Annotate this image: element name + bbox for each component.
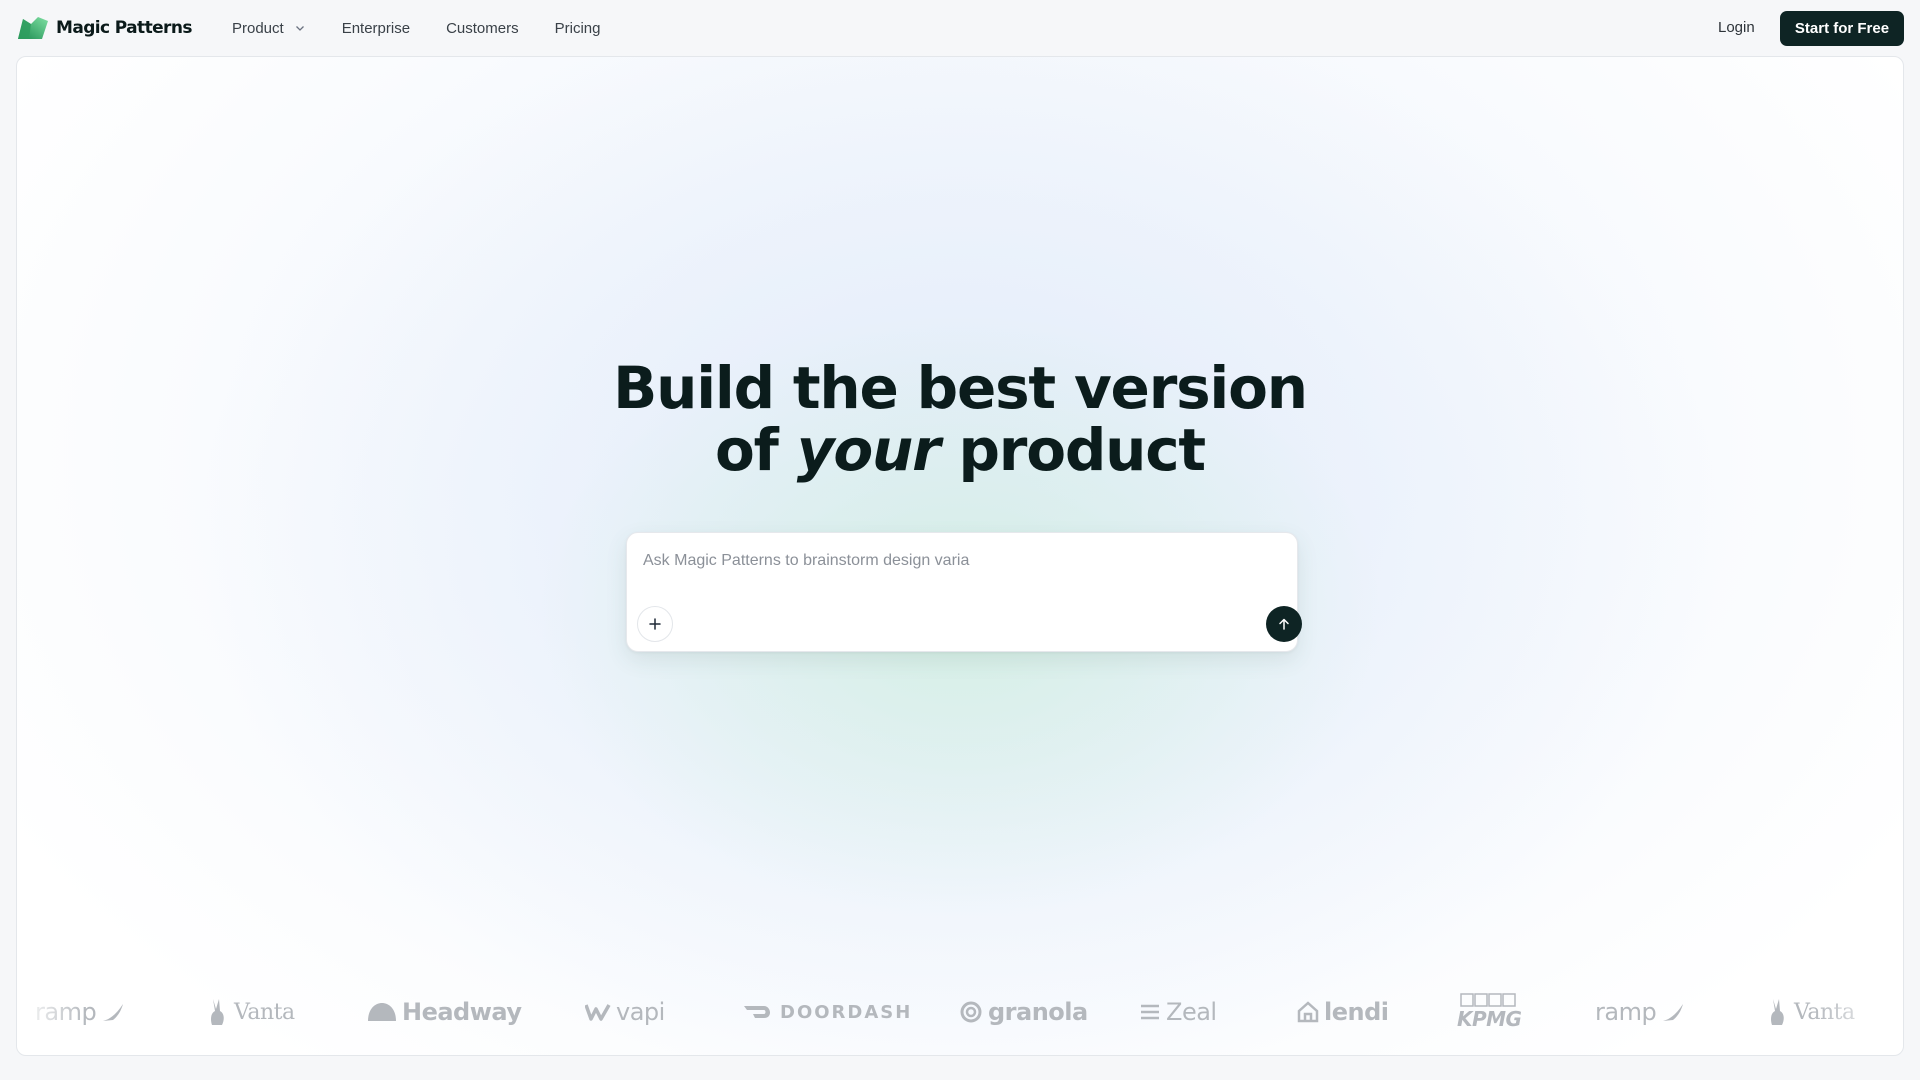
logo-ramp-repeat: ramp bbox=[1595, 987, 1687, 1037]
logo-zeal-text: Zeal bbox=[1166, 998, 1217, 1026]
nav-customers[interactable]: Customers bbox=[428, 14, 537, 43]
top-nav: Magic Patterns Product Enterprise Custom… bbox=[0, 0, 1920, 56]
nav-enterprise[interactable]: Enterprise bbox=[324, 14, 428, 43]
logo-lendi: lendi bbox=[1297, 987, 1389, 1037]
hero-line-2: of your product bbox=[17, 419, 1903, 481]
logo-vanta: Vanta bbox=[207, 987, 295, 1037]
ramp-wing-icon bbox=[103, 1004, 124, 1021]
hero-line-1: Build the best version bbox=[613, 354, 1308, 422]
prompt-input[interactable] bbox=[643, 547, 1263, 575]
magic-patterns-logo-icon bbox=[18, 17, 48, 39]
vanta-rabbit-icon bbox=[1771, 999, 1784, 1025]
lendi-house-icon bbox=[1297, 1001, 1319, 1023]
logo-granola-text: granola bbox=[988, 998, 1088, 1026]
hero-headline: Build the best version of your product bbox=[17, 357, 1903, 481]
plus-icon bbox=[649, 618, 661, 630]
brand-name: Magic Patterns bbox=[56, 18, 192, 38]
logo-kpmg: KPMG bbox=[1457, 987, 1522, 1037]
add-attachment-button[interactable] bbox=[637, 606, 673, 642]
chevron-down-icon bbox=[295, 26, 304, 31]
vanta-rabbit-icon bbox=[211, 999, 224, 1025]
logo-strip-fade-right bbox=[1813, 977, 1903, 1047]
doordash-dash-icon bbox=[744, 1006, 771, 1018]
headway-dome-icon bbox=[368, 1003, 396, 1021]
logo-vanta-text: Vanta bbox=[234, 999, 295, 1025]
logo-lendi-text: lendi bbox=[1324, 998, 1389, 1026]
logo-headway-text: Headway bbox=[402, 998, 522, 1026]
logo-zeal: Zeal bbox=[1139, 987, 1217, 1037]
logo-granola: granola bbox=[959, 987, 1088, 1037]
logo-kpmg-text: KPMG bbox=[1457, 1007, 1522, 1031]
main-nav: Product Enterprise Customers Pricing bbox=[214, 0, 618, 56]
granola-swirl-icon bbox=[960, 1001, 982, 1023]
nav-pricing-label: Pricing bbox=[554, 19, 601, 37]
vapi-wave-icon bbox=[585, 1004, 611, 1021]
hero-panel: Build the best version of your product r… bbox=[16, 56, 1904, 1056]
send-button[interactable] bbox=[1266, 606, 1302, 642]
nav-product[interactable]: Product bbox=[214, 14, 324, 43]
nav-customers-label: Customers bbox=[446, 19, 519, 37]
nav-enterprise-label: Enterprise bbox=[341, 19, 411, 37]
hero-line-2-end: product bbox=[958, 416, 1206, 484]
hero-line-2-start: of bbox=[715, 416, 779, 484]
hero-emphasis: your bbox=[796, 416, 941, 484]
logo-doordash: DOORDASH bbox=[743, 987, 912, 1037]
zeal-lines-icon bbox=[1141, 1004, 1159, 1020]
brand-logo[interactable]: Magic Patterns bbox=[16, 15, 192, 41]
logo-strip-fade-left bbox=[17, 977, 87, 1047]
logo-vapi-text: vapi bbox=[616, 998, 665, 1026]
arrow-up-icon bbox=[1279, 618, 1289, 630]
logo-ramp-repeat-text: ramp bbox=[1595, 998, 1657, 1026]
customer-logo-strip: ramp Vanta Headway vapi bbox=[17, 987, 1903, 1037]
nav-product-label: Product bbox=[232, 19, 284, 37]
kpmg-boxes-icon bbox=[1460, 993, 1516, 1007]
logo-headway: Headway bbox=[367, 987, 522, 1037]
nav-pricing[interactable]: Pricing bbox=[537, 14, 619, 43]
ramp-wing-icon bbox=[1663, 1004, 1684, 1021]
login-link[interactable]: Login bbox=[1700, 16, 1773, 39]
start-for-free-button[interactable]: Start for Free bbox=[1780, 11, 1904, 46]
logo-doordash-text: DOORDASH bbox=[780, 1001, 913, 1023]
logo-vapi: vapi bbox=[585, 987, 665, 1037]
prompt-box bbox=[626, 532, 1302, 652]
